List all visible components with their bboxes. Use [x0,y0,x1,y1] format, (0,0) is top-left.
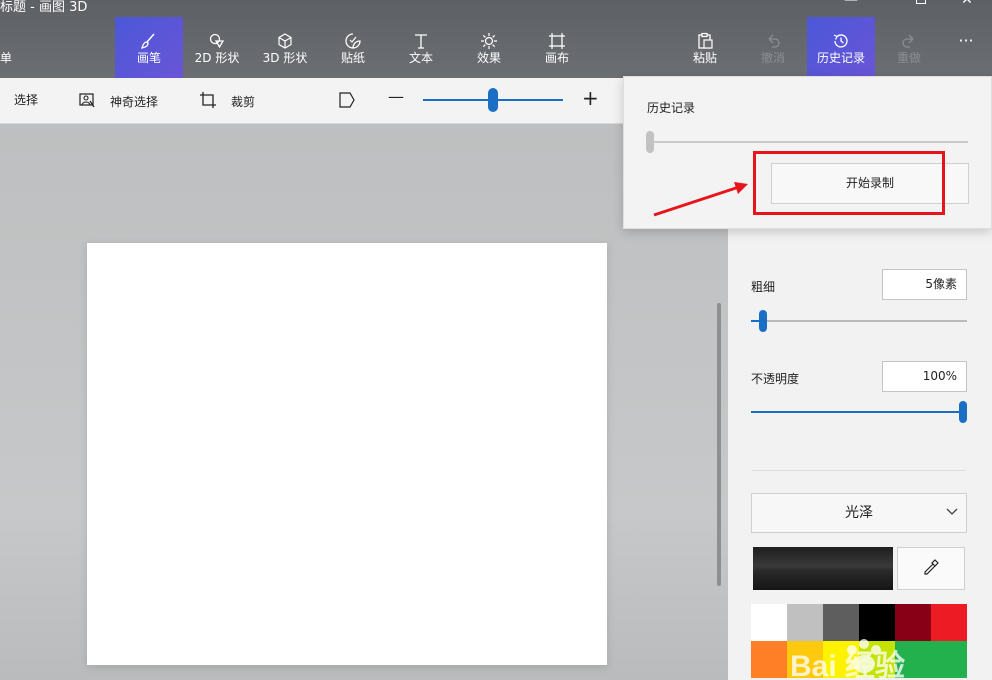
palette-swatch[interactable] [823,604,859,641]
drawing-canvas[interactable] [87,243,607,665]
paste-icon [671,17,739,49]
tab-canvas-label: 画布 [544,51,569,65]
palette-swatch[interactable] [787,604,823,641]
crop-label: 裁剪 [231,95,256,109]
tab-canvas[interactable]: 画布 [523,17,591,78]
eyedropper-icon [922,558,940,580]
palette-swatch[interactable] [931,641,967,678]
opacity-input[interactable]: 100% [882,361,967,392]
magic-select-button[interactable]: 神奇选择 [78,91,158,112]
redo-icon [875,17,943,48]
paste-button[interactable]: 粘贴 [671,17,739,78]
palette-swatch[interactable] [859,604,895,641]
tab-2d-shapes[interactable]: 2D 形状 [183,17,251,78]
fit-view-button[interactable] [338,91,370,112]
maximize-button[interactable] [898,0,944,8]
thickness-slider-track[interactable] [751,320,967,322]
maximize-icon [916,0,926,4]
crop-button[interactable]: 裁剪 [199,91,255,112]
history-title: 历史记录 [647,101,696,115]
redo-button[interactable]: 重做 [875,17,943,78]
minimize-button[interactable]: — [828,0,874,8]
title-bar: 标题 - 画图 3D — ✕ 单 画笔 2D 形状 3D 形状 贴纸 文本 效果… [0,0,992,78]
tab-effects[interactable]: 效果 [455,17,523,78]
thickness-label: 粗细 [751,280,776,294]
history-label: 历史记录 [816,51,865,65]
tab-2d-shapes-label: 2D 形状 [194,51,240,65]
select-label: 选择 [14,93,39,107]
history-button[interactable]: 历史记录 [807,17,875,78]
thickness-slider-thumb[interactable] [759,310,767,332]
brush-icon [115,17,183,49]
undo-label: 撤消 [760,51,785,65]
zoom-slider-thumb[interactable] [488,88,498,112]
thickness-input[interactable]: 5像素 [882,269,967,300]
paste-label: 粘贴 [692,51,717,65]
vertical-scrollbar[interactable] [717,303,721,586]
flag-icon [338,91,370,112]
history-slider-thumb[interactable] [646,131,654,153]
finish-dropdown[interactable]: 光泽 [751,493,967,533]
text-icon [387,17,455,49]
redo-label: 重做 [896,51,921,65]
tab-stickers[interactable]: 贴纸 [319,17,387,78]
tab-text-label: 文本 [408,51,433,65]
zoom-in-button[interactable]: + [582,86,599,110]
palette-swatch[interactable] [751,604,787,641]
more-options-button[interactable]: ··· [940,17,992,78]
tab-3d-shapes-label: 3D 形状 [262,51,308,65]
palette-swatch[interactable] [859,641,895,678]
canvas-icon [523,17,591,49]
effects-icon [455,17,523,49]
2d-shapes-icon [183,17,251,49]
tab-brushes-label: 画笔 [136,51,161,65]
undo-icon [739,17,807,48]
close-button[interactable]: ✕ [944,0,990,8]
palette-swatch[interactable] [931,604,967,641]
menu-label: 单 [0,51,13,65]
opacity-label: 不透明度 [751,372,800,386]
chevron-down-icon [946,494,958,532]
3d-shapes-icon [251,17,319,49]
finish-value: 光泽 [845,505,873,521]
opacity-slider-fill[interactable] [751,411,963,413]
opacity-slider-thumb[interactable] [959,401,967,423]
tab-text[interactable]: 文本 [387,17,455,78]
eyedropper-button[interactable] [897,547,965,590]
history-slider-track[interactable] [650,141,968,143]
sticker-icon [319,17,387,49]
magic-select-label: 神奇选择 [110,95,159,109]
palette-swatch[interactable] [895,641,931,678]
color-palette [751,604,967,680]
crop-icon [199,91,231,112]
tab-brushes[interactable]: 画笔 [115,17,183,78]
menu-button[interactable]: 单 [0,17,16,78]
palette-swatch[interactable] [787,641,823,678]
history-icon [807,17,875,48]
tab-effects-label: 效果 [476,51,501,65]
tab-stickers-label: 贴纸 [340,51,365,65]
palette-swatch[interactable] [823,641,859,678]
menu-icon [0,17,16,47]
panel-divider [752,470,966,471]
select-button[interactable]: 选择 [14,91,38,108]
current-color-swatch[interactable] [753,547,893,590]
magic-select-icon [78,91,110,112]
palette-swatch[interactable] [895,604,931,641]
window-title: 标题 - 画图 3D [0,0,88,15]
tab-3d-shapes[interactable]: 3D 形状 [251,17,319,78]
palette-swatch[interactable] [751,641,787,678]
start-recording-button[interactable]: 开始录制 [771,163,969,204]
zoom-out-button[interactable]: — [388,87,404,106]
undo-button[interactable]: 撤消 [739,17,807,78]
more-icon: ··· [958,31,974,50]
